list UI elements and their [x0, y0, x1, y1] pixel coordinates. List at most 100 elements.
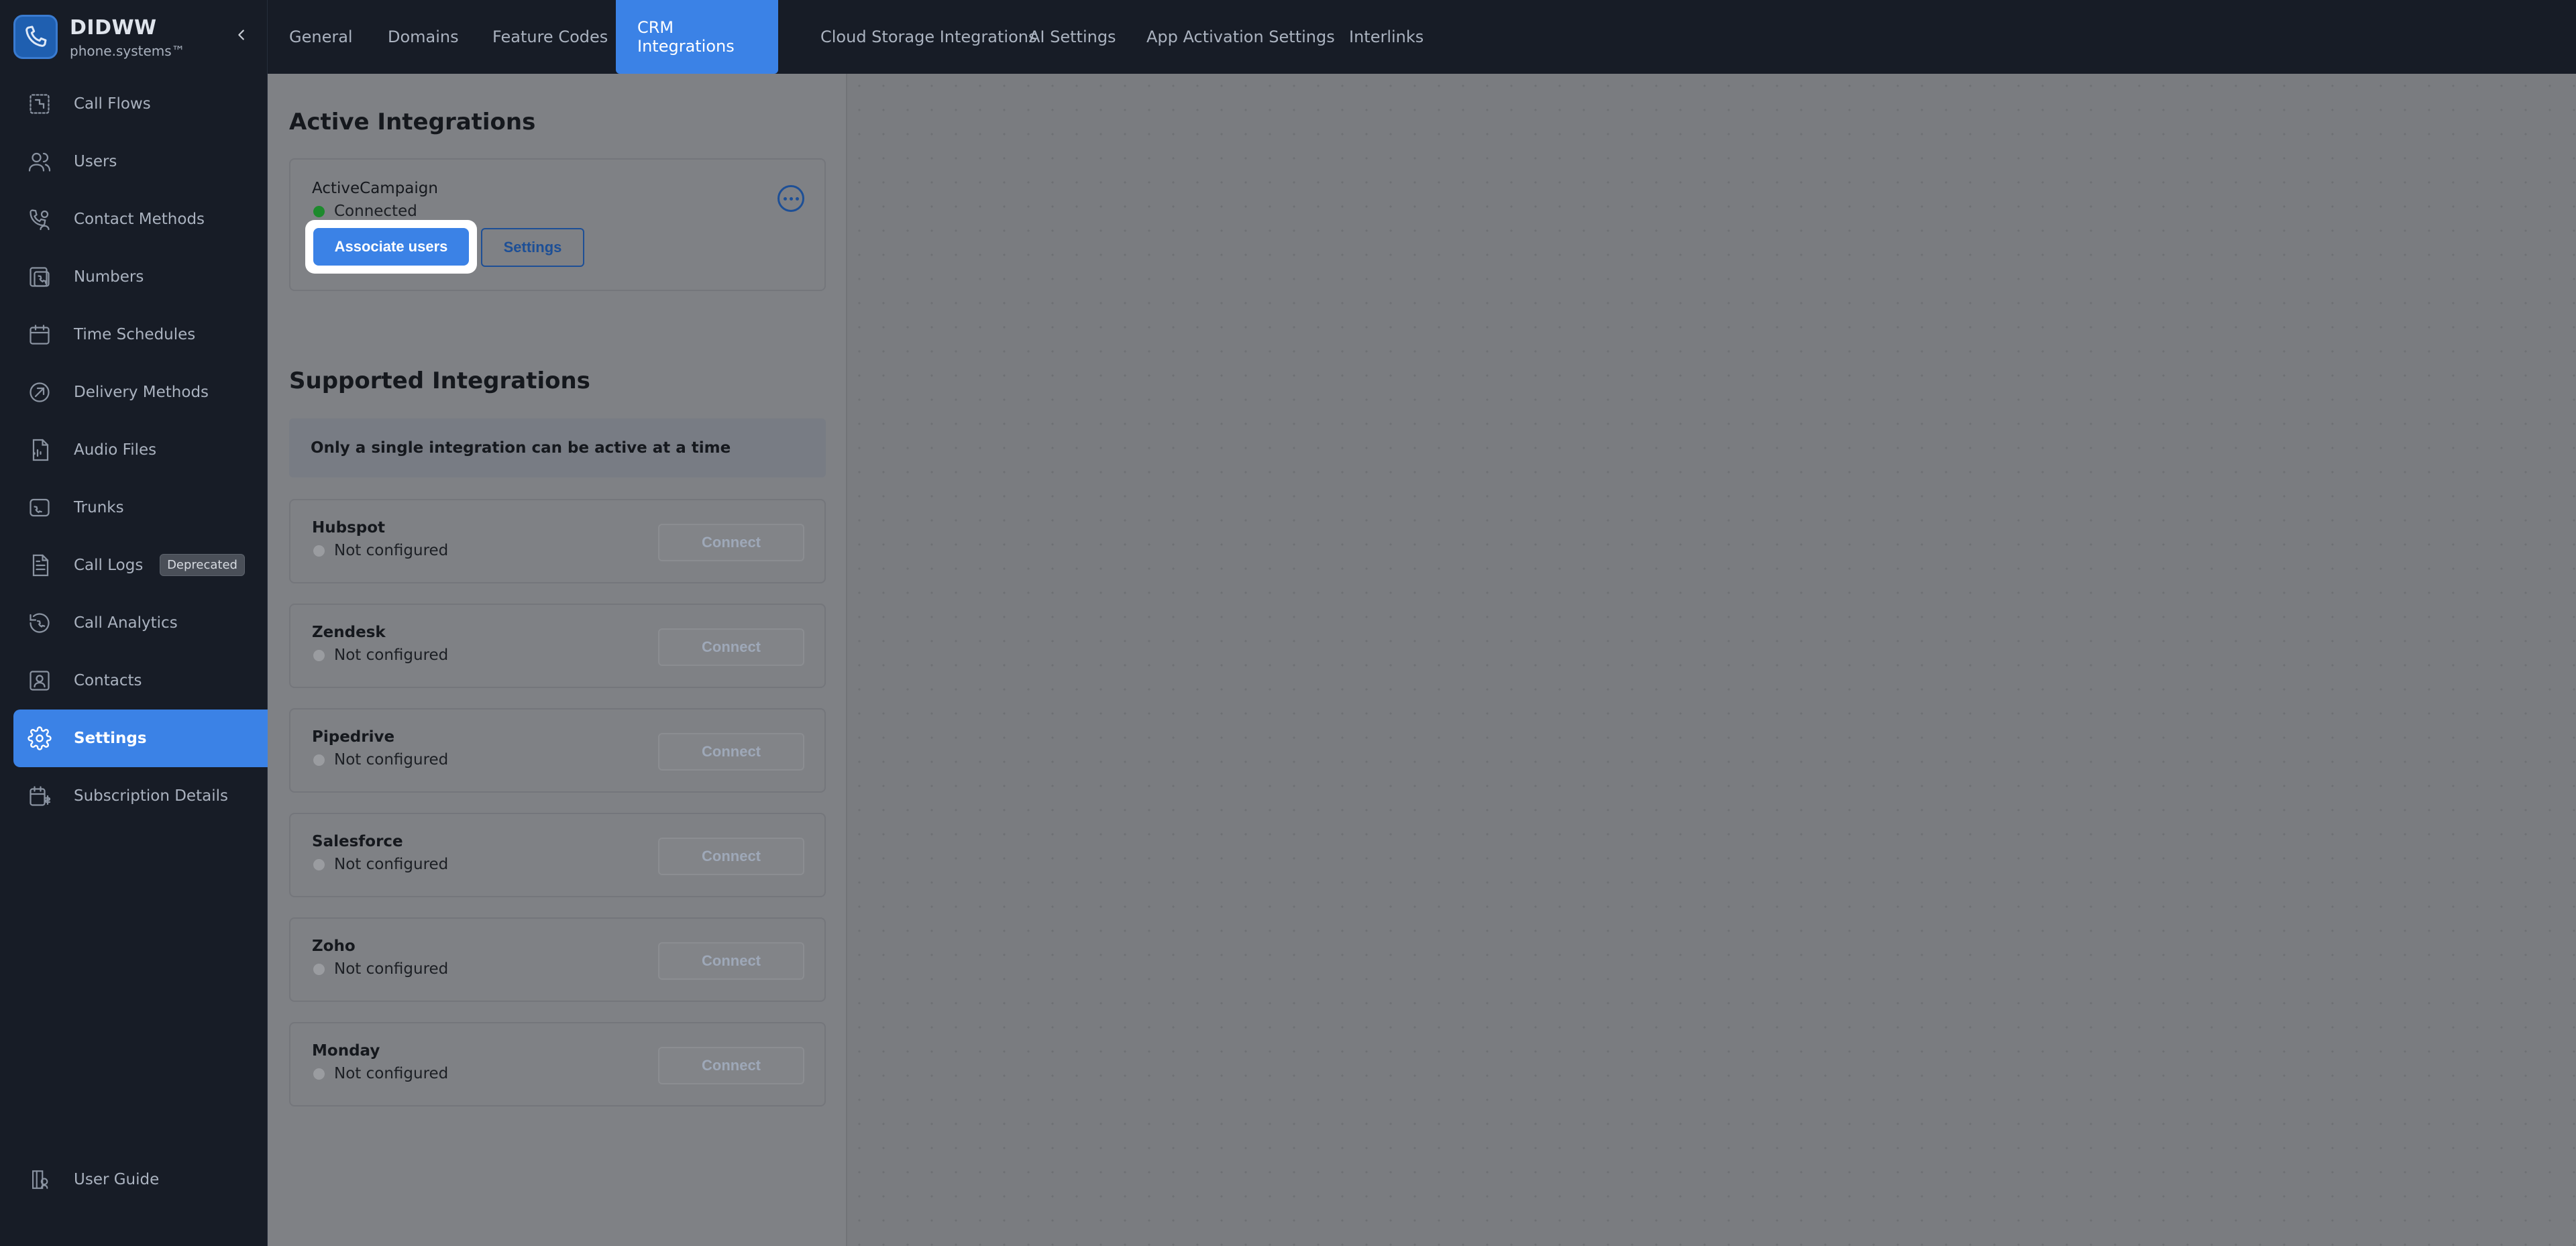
brand: DIDWW phone.systems™ [13, 13, 255, 60]
active-integration-card: ActiveCampaign Connected Associate users… [289, 158, 826, 291]
integration-card-salesforce: Salesforce Not configured Connect [289, 813, 826, 897]
integration-settings-button[interactable]: Settings [481, 228, 584, 267]
status-dot [313, 754, 325, 766]
status-text: Not configured [334, 1065, 449, 1082]
sidebar-item-subscription-details[interactable]: Subscription Details [13, 767, 268, 825]
sidebar-item-settings[interactable]: Settings [13, 710, 268, 767]
status-text: Not configured [334, 542, 449, 559]
status-dot [313, 649, 325, 661]
main-content: Active Integrations ActiveCampaign Conne… [268, 74, 2576, 1246]
integration-name: Zoho [312, 938, 356, 955]
active-integrations-title: Active Integrations [289, 109, 536, 135]
sidebar-item-users[interactable]: Users [13, 133, 268, 190]
phone-logo-icon [13, 15, 58, 59]
sidebar-item-call-analytics[interactable]: Call Analytics [13, 594, 268, 652]
sidebar-item-label: Call Analytics [74, 614, 178, 632]
associate-users-button[interactable]: Associate users [313, 228, 469, 266]
status-text: Connected [334, 203, 417, 220]
sidebar-item-trunks[interactable]: Trunks [13, 479, 268, 536]
integration-name: Zendesk [312, 624, 386, 641]
tab-crm-integrations[interactable]: CRM Integrations [616, 0, 778, 74]
status-text: Not configured [334, 960, 449, 978]
chevron-left-icon [238, 30, 244, 40]
status-connected-dot [313, 205, 325, 217]
integration-card-zoho: Zoho Not configured Connect [289, 917, 826, 1002]
sidebar-item-label: Settings [74, 730, 147, 747]
sidebar-item-delivery-methods[interactable]: Delivery Methods [13, 363, 268, 421]
connect-button[interactable]: Connect [658, 733, 804, 771]
integration-status: Connected [312, 203, 417, 220]
sidebar-item-label: Contact Methods [74, 211, 205, 228]
sidebar-item-time-schedules[interactable]: Time Schedules [13, 306, 268, 363]
sidebar-item-label: Call Flows [74, 95, 151, 113]
sidebar-item-label: Subscription Details [74, 787, 228, 805]
integration-card-hubspot: Hubspot Not configured Connect [289, 499, 826, 583]
settings-tabs: General Domains Feature Codes CRM Integr… [268, 0, 2576, 74]
connect-button[interactable]: Connect [658, 942, 804, 980]
sidebar-item-contact-methods[interactable]: Contact Methods [13, 190, 268, 248]
audio-file-icon [27, 437, 52, 463]
integration-status: Not configured [312, 960, 448, 978]
associate-users-highlight: Associate users [305, 220, 477, 274]
contact-methods-icon [27, 207, 52, 232]
analytics-icon [27, 610, 52, 636]
integrations-panel: Active Integrations ActiveCampaign Conne… [268, 74, 847, 1246]
tab-interlinks[interactable]: Interlinks [1328, 0, 1445, 74]
sidebar-item-user-guide[interactable]: User Guide [13, 1151, 254, 1208]
user-guide-icon [27, 1167, 52, 1192]
contacts-icon [27, 668, 52, 693]
sidebar-item-label: Numbers [74, 268, 144, 286]
status-dot [313, 858, 325, 870]
numbers-icon [27, 264, 52, 290]
tab-app-activation-settings[interactable]: App Activation Settings [1125, 0, 1356, 74]
status-dot [313, 963, 325, 975]
integration-status: Not configured [312, 1065, 448, 1082]
sidebar-item-label: Audio Files [74, 441, 157, 459]
status-dot [313, 1068, 325, 1080]
brand-subtitle: phone.systems™ [70, 43, 185, 59]
integration-name: ActiveCampaign [312, 180, 438, 197]
subscription-icon [27, 783, 52, 809]
status-text: Not configured [334, 646, 449, 664]
sidebar-item-numbers[interactable]: Numbers [13, 248, 268, 306]
status-dot [313, 545, 325, 557]
connect-button[interactable]: Connect [658, 524, 804, 561]
integration-name: Pipedrive [312, 728, 395, 746]
connect-button[interactable]: Connect [658, 628, 804, 666]
integration-name: Monday [312, 1042, 380, 1060]
tab-domains[interactable]: Domains [366, 0, 480, 74]
sidebar-item-label: Contacts [74, 672, 142, 689]
integration-status: Not configured [312, 646, 448, 664]
sidebar-item-contacts[interactable]: Contacts [13, 652, 268, 710]
sidebar-item-label: Trunks [74, 499, 124, 516]
tab-feature-codes[interactable]: Feature Codes [471, 0, 629, 74]
user-guide-label: User Guide [74, 1171, 160, 1188]
calendar-icon [27, 322, 52, 347]
sidebar-item-label: Users [74, 153, 117, 170]
supported-integrations-title: Supported Integrations [289, 367, 590, 394]
integration-card-pipedrive: Pipedrive Not configured Connect [289, 708, 826, 793]
delivery-icon [27, 380, 52, 405]
integration-card-zendesk: Zendesk Not configured Connect [289, 604, 826, 688]
tab-ai-settings[interactable]: AI Settings [1008, 0, 1138, 74]
gear-icon [27, 726, 52, 751]
collapse-sidebar-button[interactable] [228, 21, 255, 48]
integration-status: Not configured [312, 856, 448, 873]
sidebar: DIDWW phone.systems™ Call Flows Users Co… [0, 0, 268, 1246]
more-options-icon[interactable] [777, 185, 804, 212]
connect-button[interactable]: Connect [658, 1047, 804, 1084]
connect-button[interactable]: Connect [658, 838, 804, 875]
integration-card-monday: Monday Not configured Connect [289, 1022, 826, 1107]
sidebar-item-audio-files[interactable]: Audio Files [13, 421, 268, 479]
call-flows-icon [27, 91, 52, 117]
tab-general[interactable]: General [268, 0, 374, 74]
users-icon [27, 149, 52, 174]
single-integration-notice: Only a single integration can be active … [289, 418, 826, 477]
integration-name: Salesforce [312, 833, 403, 850]
status-text: Not configured [334, 751, 449, 769]
integration-name: Hubspot [312, 519, 386, 536]
sidebar-item-label: Call Logs [74, 557, 144, 574]
document-icon [27, 553, 52, 578]
sidebar-item-call-logs[interactable]: Call Logs Deprecated [13, 536, 268, 594]
sidebar-item-call-flows[interactable]: Call Flows [13, 75, 268, 133]
